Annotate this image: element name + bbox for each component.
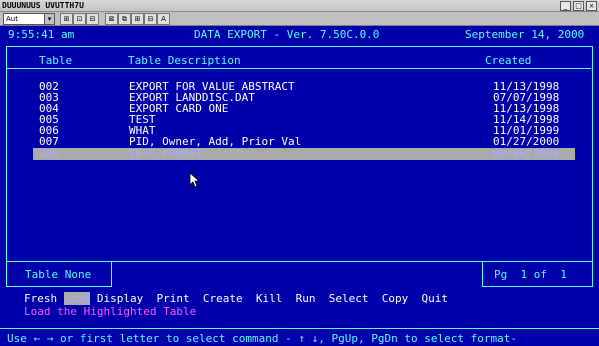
column-header-description: Table Description: [128, 54, 241, 67]
window-titlebar: DUUUNUUS UVUTTH7U _ □ ×: [0, 0, 599, 12]
chevron-down-icon[interactable]: ▾: [44, 14, 54, 24]
table-row[interactable]: 007 PID, Owner, Add, Prior Val 01/27/200…: [33, 136, 575, 147]
menu-item-run[interactable]: Run: [296, 292, 316, 305]
status-table: Table None: [25, 268, 92, 281]
font-icon[interactable]: A: [157, 13, 170, 25]
help-line: Use ← → or first letter to select comman…: [7, 332, 517, 345]
window-title: DUUUNUUS UVUTTH7U: [2, 1, 84, 10]
status-page: Pg 1 of 1: [494, 268, 567, 281]
menu-item-copy[interactable]: Copy: [382, 292, 409, 305]
row-table-id: 007: [39, 135, 59, 148]
mouse-pointer-icon: [189, 172, 199, 188]
menu-item-create[interactable]: Create: [203, 292, 243, 305]
row-table-id: 200: [39, 147, 59, 160]
menu-item-fresh[interactable]: Fresh: [24, 292, 57, 305]
maximize-button[interactable]: □: [573, 1, 584, 11]
minimize-button[interactable]: _: [560, 1, 571, 11]
toolbar-button-4[interactable]: ⊠: [105, 13, 118, 25]
row-created: 01/27/2000: [493, 135, 560, 148]
toolbar-button-7[interactable]: ⊟: [144, 13, 157, 25]
column-header-table: Table: [39, 54, 73, 67]
current-date: September 14, 2000: [465, 28, 585, 41]
toolbar-button-5[interactable]: ⧉: [118, 13, 131, 25]
column-header-created: Created: [485, 54, 532, 67]
toolbar-button-6[interactable]: ⊞: [131, 13, 144, 25]
table-row-highlighted[interactable]: 200 TEST FORMAT 09/06/2000: [33, 148, 575, 160]
menu-item-select[interactable]: Select: [329, 292, 369, 305]
font-select[interactable]: Aut ▾: [3, 13, 55, 25]
header-divider: [7, 68, 591, 69]
menu-item-print[interactable]: Print: [156, 292, 189, 305]
command-hint: Load the Highlighted Table: [24, 305, 197, 318]
bottom-divider: [0, 328, 599, 329]
clock-time: 9:55:41 am: [8, 28, 75, 41]
menu-item-load[interactable]: Load: [63, 292, 91, 305]
row-description: TEST FORMAT: [129, 147, 202, 160]
command-menu: Fresh Load Display Print Create Kill Run…: [24, 292, 448, 305]
menu-item-kill[interactable]: Kill: [256, 292, 283, 305]
toolbar-button-3[interactable]: ⊟: [86, 13, 99, 25]
row-created: 09/06/2000: [493, 147, 560, 160]
toolbar-button-2[interactable]: ⊡: [73, 13, 86, 25]
font-select-value: Aut: [6, 15, 18, 23]
row-description: PID, Owner, Add, Prior Val: [129, 135, 302, 148]
toolbar-button-1[interactable]: ⊞: [60, 13, 73, 25]
close-button[interactable]: ×: [586, 1, 597, 11]
terminal-screen: 9:55:41 am DATA EXPORT - Ver. 7.50C.0.0 …: [0, 26, 599, 346]
menu-item-quit[interactable]: Quit: [421, 292, 448, 305]
menu-item-display[interactable]: Display: [97, 292, 143, 305]
app-title: DATA EXPORT - Ver. 7.50C.0.0: [194, 28, 380, 41]
toolbar: Aut ▾ ⊞ ⊡ ⊟ ⊠ ⧉ ⊞ ⊟ A: [0, 12, 599, 26]
